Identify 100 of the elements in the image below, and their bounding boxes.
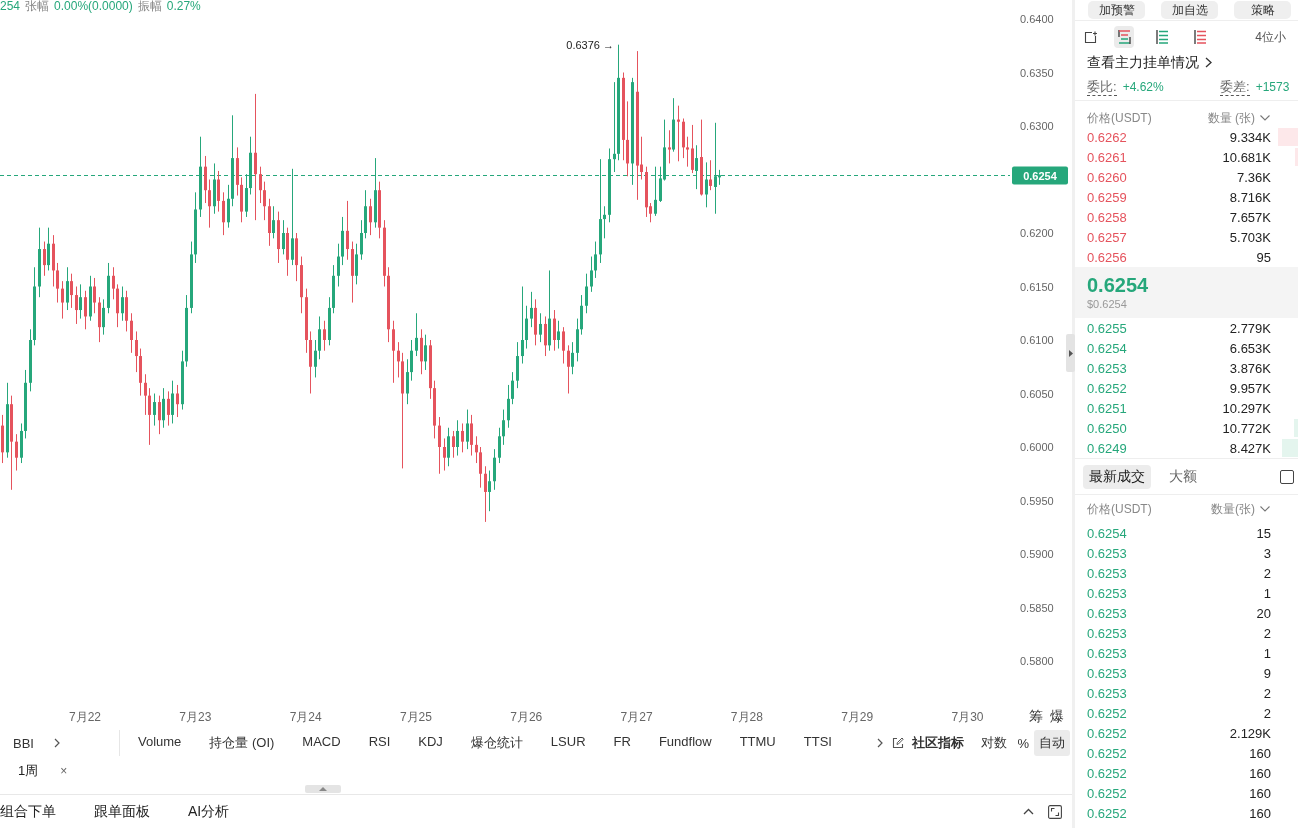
trade-quantity: 160	[1249, 785, 1271, 801]
checkbox[interactable]	[1280, 469, 1294, 484]
edit-icon[interactable]	[892, 737, 905, 749]
indicator-tab[interactable]: 持仓量 (OI)	[209, 734, 275, 752]
trade-price: 0.6254	[1087, 525, 1127, 541]
action-button[interactable]: 策略	[1234, 1, 1291, 19]
indicator-tab[interactable]: MACD	[302, 734, 341, 752]
current-price-tag: 0.6254	[1012, 166, 1068, 185]
panel-tab[interactable]: 组合下单	[0, 802, 56, 821]
add-widget-icon[interactable]	[1084, 30, 1097, 44]
precision-selector[interactable]: 4位小	[1255, 28, 1298, 46]
price-axis-label: 0.5900	[1020, 548, 1054, 560]
trade-price: 0.6252	[1087, 765, 1127, 781]
action-button[interactable]: 加预警	[1088, 1, 1145, 19]
chart-tool-button[interactable]: 筹	[1029, 707, 1043, 726]
price-axis-label: 0.5800	[1020, 655, 1054, 667]
chevron-right-icon[interactable]	[1205, 57, 1212, 68]
order-quantity: 9.957K	[1229, 380, 1271, 396]
indicator-tab[interactable]: TTSI	[803, 734, 832, 752]
scale-option[interactable]: 自动	[1034, 730, 1070, 756]
candlestick	[585, 273, 588, 314]
main-orders-link[interactable]: 查看主力挂单情况	[1087, 53, 1199, 72]
order-price: 0.6249	[1087, 440, 1127, 456]
scale-option[interactable]: 对数	[976, 730, 1013, 756]
indicator-tab[interactable]: LSUR	[550, 734, 586, 752]
candlestick	[107, 262, 110, 314]
trade-quantity: 3	[1263, 545, 1271, 561]
trade-quantity: 1	[1263, 585, 1271, 601]
price-axis-label: 0.6050	[1020, 387, 1054, 400]
order-price: 0.6256	[1087, 249, 1127, 265]
indicator-tab[interactable]: FR	[613, 734, 631, 752]
order-quantity: 5.703K	[1229, 229, 1271, 245]
candlestick	[493, 448, 496, 491]
column-header: 价格(USDT)	[1087, 109, 1152, 127]
column-header[interactable]: 数量 (张)	[1207, 109, 1255, 127]
order-price: 0.6258	[1087, 209, 1127, 225]
order-price: 0.6250	[1087, 420, 1127, 436]
trades-tab[interactable]: 大额	[1163, 464, 1203, 489]
panel-resize-handle[interactable]	[305, 785, 341, 793]
trade-quantity: 2	[1263, 705, 1271, 721]
indicator-tab[interactable]: RSI	[368, 734, 391, 752]
trade-quantity: 15	[1256, 525, 1271, 541]
indicator-tab[interactable]: TTMU	[739, 734, 776, 752]
chevron-right-icon[interactable]	[53, 738, 60, 748]
trade-quantity: 9	[1263, 665, 1271, 681]
chevron-down-icon[interactable]	[1260, 115, 1270, 121]
remove-interval-button[interactable]: ×	[60, 764, 68, 778]
chevron-right-icon[interactable]	[877, 738, 884, 748]
expand-icon[interactable]	[1048, 804, 1062, 819]
indicator-tab[interactable]: BBI	[13, 735, 34, 751]
price-axis-label: 0.6100	[1020, 334, 1054, 346]
trade-price: 0.6252	[1087, 725, 1127, 741]
order-price: 0.6252	[1087, 380, 1127, 396]
chevron-down-icon[interactable]	[1260, 506, 1270, 512]
order-quantity: 6.653K	[1229, 340, 1271, 356]
trade-price: 0.6252	[1087, 805, 1127, 821]
bid-ask-diff-label: 委差:	[1220, 78, 1250, 96]
community-indicators-link[interactable]: 社区指标	[912, 734, 965, 752]
trade-price: 0.6253	[1087, 685, 1127, 701]
indicator-tab[interactable]: 爆仓统计	[470, 734, 523, 752]
panel-tab[interactable]: 跟单面板	[94, 802, 150, 821]
bid-ask-diff-value: +1573	[1255, 80, 1290, 94]
time-axis-label: 7月29	[841, 710, 874, 724]
bid-ask-ratio-value: +4.62%	[1122, 80, 1164, 94]
candlestick	[438, 416, 441, 475]
ref-line-label: 0.6254	[1023, 169, 1058, 182]
candlestick	[61, 280, 64, 320]
candlestick	[277, 211, 280, 264]
interval-tag[interactable]: 1周	[18, 762, 39, 780]
order-price: 0.6251	[1087, 400, 1127, 416]
candlestick	[415, 312, 418, 357]
orderbook-asks-icon	[1192, 28, 1208, 46]
candlestick	[38, 227, 41, 298]
time-axis-label: 7月23	[179, 710, 212, 724]
indicator-tab[interactable]: Volume	[137, 734, 182, 752]
candlestick	[1, 414, 4, 464]
column-header[interactable]: 数量(张)	[1211, 500, 1255, 518]
candlestick	[346, 200, 349, 261]
price-axis-label: 0.6150	[1020, 280, 1054, 293]
candlestick	[369, 198, 372, 236]
trade-price: 0.6253	[1087, 625, 1127, 641]
collapse-handle[interactable]	[1066, 334, 1075, 372]
price-axis-label: 0.6200	[1020, 227, 1054, 239]
indicator-tab[interactable]: KDJ	[418, 734, 443, 752]
trades-tab[interactable]: 最新成交	[1083, 464, 1151, 489]
scale-option[interactable]: %	[1012, 731, 1034, 755]
order-quantity: 7.36K	[1237, 169, 1271, 185]
trade-quantity: 20	[1256, 605, 1271, 621]
order-quantity: 10.772K	[1222, 420, 1271, 436]
trade-price: 0.6252	[1087, 745, 1127, 761]
chart-tool-button[interactable]: 爆	[1050, 707, 1064, 726]
action-button[interactable]: 加自选	[1161, 1, 1218, 19]
panel-tab[interactable]: AI分析	[188, 802, 230, 821]
orderbook-layout-button[interactable]	[1114, 26, 1134, 48]
indicator-tab[interactable]: Fundflow	[658, 734, 712, 752]
candlestick	[516, 341, 519, 389]
chevron-up-icon[interactable]	[1023, 808, 1034, 815]
order-quantity: 7.657K	[1229, 209, 1271, 225]
orderbook-both-sides-icon	[1116, 28, 1132, 46]
candlestick	[153, 393, 156, 427]
